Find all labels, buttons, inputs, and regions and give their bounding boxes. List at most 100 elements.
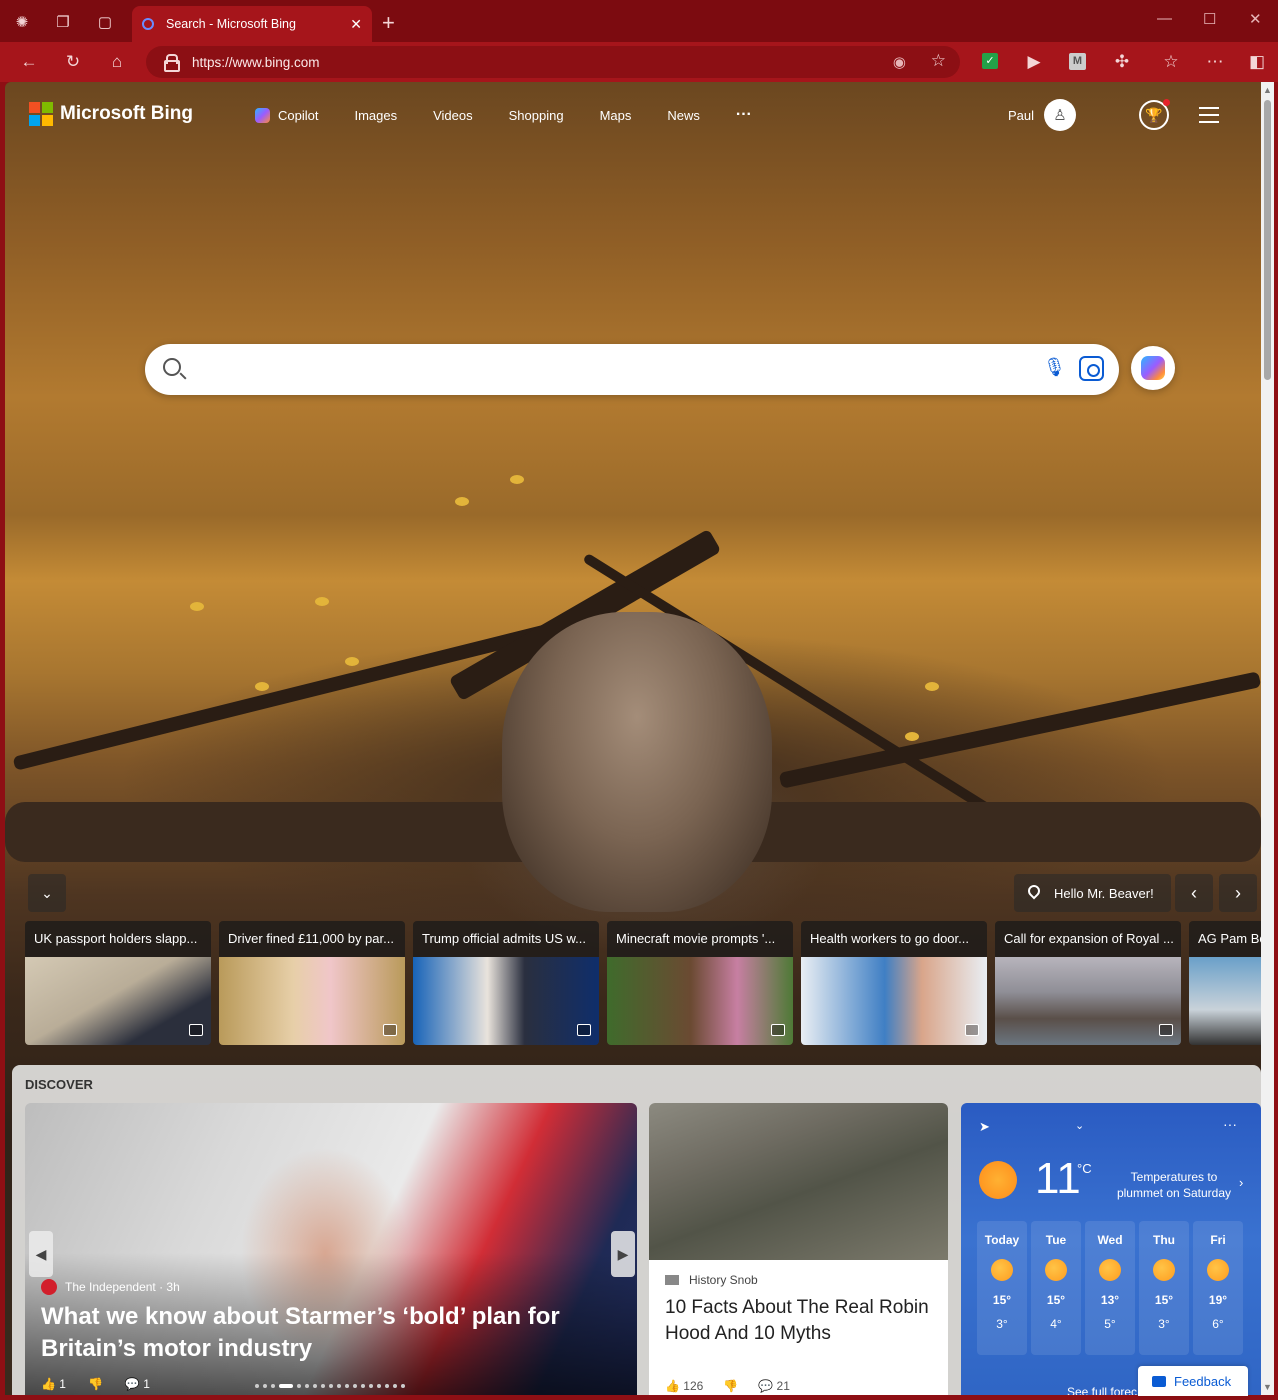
temperature-unit[interactable]: °C xyxy=(1077,1161,1092,1176)
forecast-day[interactable]: Fri 19° 6° xyxy=(1193,1221,1243,1355)
weather-card[interactable]: ➤ ⌄ ··· 11 °C Temperatures to plummet on… xyxy=(961,1103,1261,1395)
news-card-title: Minecraft movie prompts '... xyxy=(607,921,793,957)
rewards-trophy-icon[interactable]: 🏆 xyxy=(1139,99,1170,130)
bing-logo[interactable]: Microsoft Bing xyxy=(29,102,193,126)
forecast-day-name: Thu xyxy=(1153,1233,1175,1247)
hero-story-card[interactable]: ◀ ▶ The Independent · 3h What we know ab… xyxy=(25,1103,637,1395)
nav-images[interactable]: Images xyxy=(354,108,397,123)
like-button[interactable]: 👍 1 xyxy=(41,1377,66,1391)
article-headline[interactable]: 10 Facts About The Real Robin Hood And 1… xyxy=(665,1295,935,1347)
like-button[interactable]: 👍 126 xyxy=(665,1379,703,1393)
scrollbar-thumb[interactable] xyxy=(1264,100,1271,380)
see-full-forecast-link[interactable]: See full forec xyxy=(1067,1385,1137,1395)
lock-icon[interactable] xyxy=(164,54,180,72)
copilot-button[interactable] xyxy=(1131,346,1175,390)
nav-news[interactable]: News xyxy=(667,108,700,123)
forecast-low: 3° xyxy=(996,1317,1008,1331)
news-carousel: UK passport holders slapp... Driver fine… xyxy=(25,921,1261,1045)
toolbar: ← ↻ ⌂ https://www.bing.com ◉ ☆ ✓ ▶ M ✣ ☆… xyxy=(0,42,1278,82)
home-icon[interactable]: ⌂ xyxy=(105,50,129,74)
news-card[interactable]: UK passport holders slapp... xyxy=(25,921,211,1045)
partly-sunny-icon xyxy=(1045,1259,1067,1281)
sidebar-toggle-icon[interactable]: ◧ xyxy=(1245,50,1269,74)
url-text: https://www.bing.com xyxy=(192,54,320,70)
nav-shopping[interactable]: Shopping xyxy=(509,108,564,123)
comments-button[interactable]: 💬 21 xyxy=(758,1379,790,1393)
scroll-down-icon[interactable]: ▼ xyxy=(1263,1382,1272,1392)
new-tab-button[interactable]: + xyxy=(382,10,395,36)
tab-close-icon[interactable]: ✕ xyxy=(350,16,362,33)
news-card-image xyxy=(1189,957,1261,1045)
user-account[interactable]: Paul ♙ xyxy=(1008,99,1077,131)
extension-play-icon[interactable]: ▶ xyxy=(1022,50,1046,74)
article-source-text: History Snob xyxy=(689,1273,758,1287)
news-card[interactable]: AG Pam Bo xyxy=(1189,921,1261,1045)
search-input[interactable] xyxy=(199,354,1019,384)
location-chevron-down-icon[interactable]: ⌄ xyxy=(1075,1119,1084,1132)
carousel-dots[interactable] xyxy=(255,1384,409,1388)
back-icon[interactable]: ← xyxy=(17,50,41,74)
hero-next-chevron-right-icon[interactable]: ▶ xyxy=(611,1231,635,1277)
hero-source-text: The Independent · 3h xyxy=(65,1280,180,1294)
hero-headline[interactable]: What we know about Starmer’s ‘bold’ plan… xyxy=(41,1301,601,1365)
comments-button[interactable]: 💬 1 xyxy=(125,1377,150,1391)
news-card[interactable]: Driver fined £11,000 by par... xyxy=(219,921,405,1045)
extension-check-icon[interactable]: ✓ xyxy=(982,53,998,69)
workspaces-icon[interactable]: ❐ xyxy=(50,9,76,35)
nav-maps[interactable]: Maps xyxy=(600,108,632,123)
nav-copilot[interactable]: Copilot xyxy=(255,107,318,123)
weather-more-icon[interactable]: ··· xyxy=(1223,1116,1237,1132)
forecast-day[interactable]: Thu 15° 3° xyxy=(1139,1221,1189,1355)
news-card[interactable]: Minecraft movie prompts '... xyxy=(607,921,793,1045)
weather-alert-text[interactable]: Temperatures to plummet on Saturday xyxy=(1109,1169,1239,1201)
profile-icon[interactable]: ✺ xyxy=(9,9,35,35)
partly-cloudy-icon xyxy=(1153,1259,1175,1281)
news-card-title: Health workers to go door... xyxy=(801,921,987,957)
discover-heading: DISCOVER xyxy=(25,1077,93,1092)
dislike-button[interactable]: 👎 xyxy=(723,1379,738,1393)
hero-prev-chevron-left-icon[interactable]: ◀ xyxy=(29,1231,53,1277)
favorite-star-icon[interactable]: ☆ xyxy=(931,51,946,71)
image-caption: Hello Mr. Beaver! xyxy=(1054,885,1154,901)
menu-hamburger-icon[interactable] xyxy=(1199,107,1219,128)
news-card[interactable]: Health workers to go door... xyxy=(801,921,987,1045)
location-arrow-icon[interactable]: ➤ xyxy=(979,1119,990,1135)
tab-active[interactable]: Search - Microsoft Bing ✕ xyxy=(132,6,372,42)
extensions-puzzle-icon[interactable]: ✣ xyxy=(1110,50,1134,74)
minimize-icon[interactable]: — xyxy=(1157,10,1172,27)
news-card-image xyxy=(607,957,793,1045)
news-card[interactable]: Call for expansion of Royal ... xyxy=(995,921,1181,1045)
prev-image-chevron-left-icon[interactable]: ‹ xyxy=(1175,874,1213,912)
feedback-button[interactable]: Feedback xyxy=(1138,1366,1248,1396)
forecast-day[interactable]: Tue 15° 4° xyxy=(1031,1221,1081,1355)
tab-actions-icon[interactable]: ▢ xyxy=(92,9,118,35)
visual-search-icon[interactable] xyxy=(1079,356,1104,381)
tracking-prevention-icon[interactable]: ◉ xyxy=(893,53,906,71)
scroll-up-icon[interactable]: ▲ xyxy=(1263,85,1272,95)
page-scrollbar[interactable]: ▲ ▼ xyxy=(1261,82,1274,1395)
dislike-button[interactable]: 👎 xyxy=(88,1377,103,1391)
microphone-icon[interactable]: 🎙 xyxy=(1043,357,1066,378)
next-image-chevron-right-icon[interactable]: › xyxy=(1219,874,1257,912)
forecast-day-name: Fri xyxy=(1210,1233,1226,1247)
maximize-icon[interactable]: ☐ xyxy=(1203,10,1216,28)
nav-label: Shopping xyxy=(508,107,564,123)
tab-strip: ✺ ❐ ▢ Search - Microsoft Bing ✕ + — ☐ ✕ xyxy=(0,0,1278,42)
extension-m-icon[interactable]: M xyxy=(1069,53,1086,70)
image-caption-button[interactable]: Hello Mr. Beaver! xyxy=(1014,874,1171,912)
nav-more-button[interactable]: ··· xyxy=(736,106,752,124)
weather-alert-chevron-right-icon[interactable]: › xyxy=(1239,1175,1243,1190)
forecast-day[interactable]: Wed 13° 5° xyxy=(1085,1221,1135,1355)
nav-videos[interactable]: Videos xyxy=(433,108,473,123)
article-card[interactable]: History Snob 10 Facts About The Real Rob… xyxy=(649,1103,948,1395)
close-window-icon[interactable]: ✕ xyxy=(1249,10,1262,28)
favorites-icon[interactable]: ☆ xyxy=(1159,50,1183,74)
leaf-decoration xyxy=(455,497,469,506)
collapse-chevron-down-icon[interactable]: ⌄ xyxy=(28,874,66,912)
refresh-icon[interactable]: ↻ xyxy=(61,50,85,74)
settings-more-icon[interactable]: ⋯ xyxy=(1203,50,1227,74)
news-card[interactable]: Trump official admits US w... xyxy=(413,921,599,1045)
forecast-day[interactable]: Today 15° 3° xyxy=(977,1221,1027,1355)
address-bar[interactable]: https://www.bing.com ◉ ☆ xyxy=(146,46,960,78)
sunny-weather-icon xyxy=(979,1161,1017,1199)
